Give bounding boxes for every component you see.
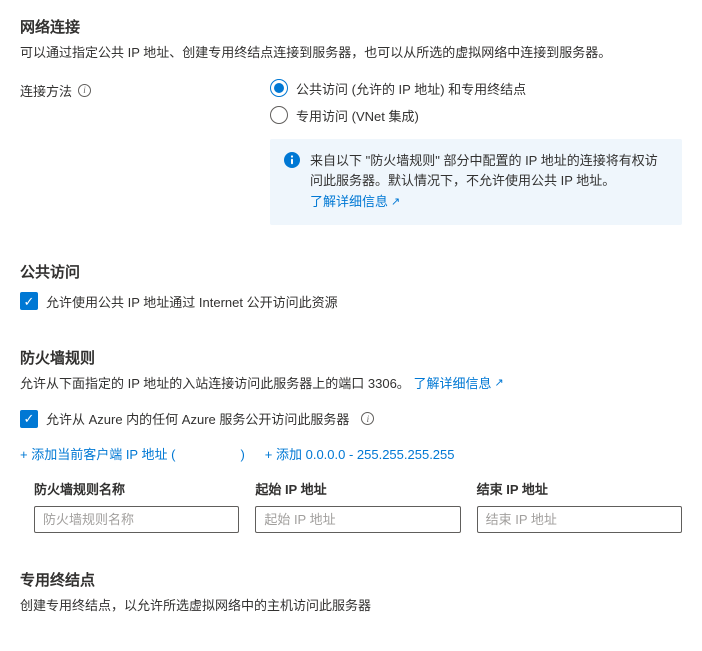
- firewall-desc: 允许从下面指定的 IP 地址的入站连接访问此服务器上的端口 3306。 了解详细…: [20, 374, 682, 394]
- public-access-checkbox[interactable]: ✓: [20, 292, 38, 310]
- allow-azure-checkbox[interactable]: ✓: [20, 410, 38, 428]
- checkmark-icon: ✓: [24, 412, 35, 425]
- info-icon[interactable]: i: [361, 412, 374, 425]
- firewall-heading: 防火墙规则: [20, 347, 682, 368]
- fw-end-ip-input[interactable]: [477, 506, 682, 533]
- radio-private-label: 专用访问 (VNet 集成): [296, 106, 419, 125]
- firewall-learn-more-link[interactable]: 了解详细信息 ↗: [413, 374, 503, 394]
- private-endpoint-desc: 创建专用终结点，以允许所选虚拟网络中的主机访问此服务器: [20, 596, 682, 616]
- radio-button-icon: [270, 79, 288, 97]
- radio-private-access[interactable]: 专用访问 (VNet 集成): [270, 106, 682, 125]
- info-icon: [284, 152, 300, 168]
- fw-col-end-header: 结束 IP 地址: [477, 479, 682, 498]
- allow-azure-label: 允许从 Azure 内的任何 Azure 服务公开访问此服务器: [46, 409, 349, 428]
- private-endpoint-heading: 专用终结点: [20, 569, 682, 590]
- external-link-icon: ↗: [391, 194, 400, 212]
- network-heading: 网络连接: [20, 16, 682, 37]
- connect-method-radio-group: 公共访问 (允许的 IP 地址) 和专用终结点 专用访问 (VNet 集成): [270, 79, 682, 125]
- fw-rule-name-input[interactable]: [34, 506, 239, 533]
- connect-method-label: 连接方法: [20, 81, 72, 100]
- info-callout: 来自以下 "防火墙规则" 部分中配置的 IP 地址的连接将有权访问此服务器。默认…: [270, 139, 682, 225]
- fw-col-name-header: 防火墙规则名称: [34, 479, 239, 498]
- public-access-heading: 公共访问: [20, 261, 682, 282]
- firewall-rules-table: 防火墙规则名称 起始 IP 地址 结束 IP 地址: [20, 479, 682, 533]
- info-icon[interactable]: i: [78, 84, 91, 97]
- add-current-ip-link[interactable]: + 添加当前客户端 IP 地址 ( ): [20, 444, 245, 463]
- checkmark-icon: ✓: [24, 295, 35, 308]
- learn-more-link[interactable]: 了解详细信息 ↗: [310, 192, 400, 213]
- fw-start-ip-input[interactable]: [255, 506, 460, 533]
- info-text: 来自以下 "防火墙规则" 部分中配置的 IP 地址的连接将有权访问此服务器。默认…: [310, 153, 658, 189]
- radio-public-label: 公共访问 (允许的 IP 地址) 和专用终结点: [296, 79, 526, 98]
- external-link-icon: ↗: [494, 375, 503, 392]
- radio-public-access[interactable]: 公共访问 (允许的 IP 地址) 和专用终结点: [270, 79, 682, 98]
- public-access-checkbox-label: 允许使用公共 IP 地址通过 Internet 公开访问此资源: [46, 292, 338, 311]
- radio-button-icon: [270, 106, 288, 124]
- fw-col-start-header: 起始 IP 地址: [255, 479, 460, 498]
- network-desc: 可以通过指定公共 IP 地址、创建专用终结点连接到服务器，也可以从所选的虚拟网络…: [20, 43, 682, 63]
- add-range-link[interactable]: + 添加 0.0.0.0 - 255.255.255.255: [265, 444, 455, 463]
